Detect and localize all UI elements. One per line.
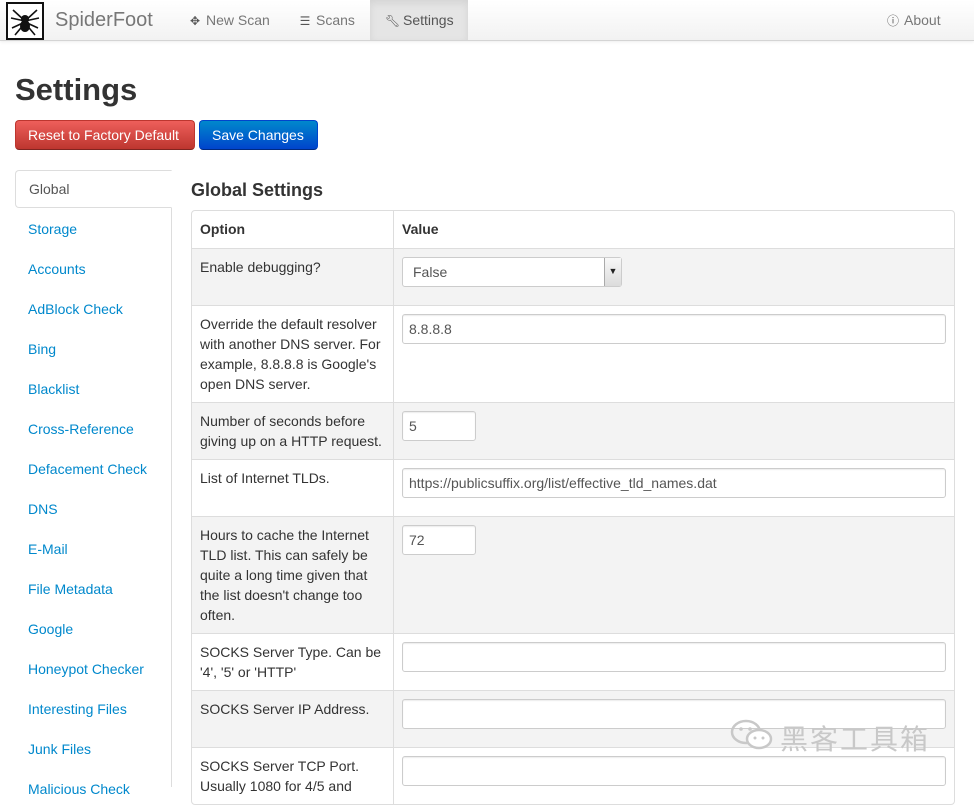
nav-new-scan-label: New Scan — [206, 12, 270, 28]
option-label: List of Internet TLDs. — [192, 459, 393, 516]
option-label: Enable debugging? — [192, 248, 393, 305]
wechat-icon — [730, 718, 774, 765]
list-icon: ☰ — [299, 14, 311, 28]
sidebar-item-global[interactable]: Global — [15, 170, 172, 208]
top-navbar: SpiderFoot ✥ New Scan ☰ Scans 🔧︎ Settings ⓘ… — [0, 0, 974, 41]
sidebar-item-blacklist[interactable]: Blacklist — [15, 370, 171, 410]
caret-down-icon: ▼ — [604, 258, 621, 286]
value-column-header: Value — [393, 211, 954, 248]
nav-scans[interactable]: ☰ Scans — [283, 0, 370, 40]
table-row: Enable debugging? False ▼ — [192, 248, 954, 305]
nav-about[interactable]: ⓘ About — [871, 0, 956, 40]
sidebar-item-bing[interactable]: Bing — [15, 330, 171, 370]
section-title: Global Settings — [191, 180, 324, 200]
nav-about-label: About — [904, 12, 941, 28]
sidebar-item-storage[interactable]: Storage — [15, 210, 171, 250]
tld-cache-hours-input[interactable]: 72 — [402, 525, 476, 555]
value-cell: 72 — [393, 516, 954, 633]
value-cell: False ▼ — [393, 248, 954, 305]
option-label: SOCKS Server IP Address. — [192, 690, 393, 747]
wrench-icon: 🔧︎ — [385, 14, 401, 28]
crosshair-icon: ✥ — [189, 14, 201, 28]
module-sidebar: Global Storage Accounts AdBlock Check Bi… — [15, 170, 172, 797]
sidebar-item-email[interactable]: E-Mail — [15, 530, 171, 570]
nav-new-scan[interactable]: ✥ New Scan — [173, 0, 285, 40]
value-cell — [393, 633, 954, 690]
sidebar-item-google[interactable]: Google — [15, 610, 171, 650]
value-cell: 5 — [393, 402, 954, 459]
option-label: Number of seconds before giving up on a … — [192, 402, 393, 459]
page-title: Settings — [15, 72, 138, 107]
settings-table: Option Value Enable debugging? False ▼ O… — [191, 210, 955, 805]
sidebar-item-interesting-files[interactable]: Interesting Files — [15, 690, 171, 730]
info-icon: ⓘ — [886, 14, 899, 28]
table-row: Override the default resolver with anoth… — [192, 305, 954, 402]
sidebar-item-defacement-check[interactable]: Defacement Check — [15, 450, 171, 490]
sidebar-item-malicious-check[interactable]: Malicious Check — [15, 770, 171, 810]
nav-scans-label: Scans — [316, 12, 355, 28]
socks-type-input[interactable] — [402, 642, 946, 672]
sidebar-item-accounts[interactable]: Accounts — [15, 250, 171, 290]
http-timeout-input[interactable]: 5 — [402, 411, 476, 441]
value-cell: https://publicsuffix.org/list/effective_… — [393, 459, 954, 516]
sidebar-item-file-metadata[interactable]: File Metadata — [15, 570, 171, 610]
table-header-row: Option Value — [192, 211, 954, 248]
sidebar-item-junk-files[interactable]: Junk Files — [15, 730, 171, 770]
option-label: SOCKS Server TCP Port. Usually 1080 for … — [192, 747, 393, 804]
spider-logo-icon[interactable] — [6, 2, 44, 40]
tld-list-input[interactable]: https://publicsuffix.org/list/effective_… — [402, 468, 946, 498]
option-label: Override the default resolver with anoth… — [192, 305, 393, 402]
table-row: Number of seconds before giving up on a … — [192, 402, 954, 459]
dns-resolver-input[interactable]: 8.8.8.8 — [402, 314, 946, 344]
table-row: Hours to cache the Internet TLD list. Th… — [192, 516, 954, 633]
nav-settings-label: Settings — [403, 12, 454, 28]
reset-factory-default-button[interactable]: Reset to Factory Default — [15, 120, 195, 150]
option-column-header: Option — [200, 221, 246, 237]
table-row: SOCKS Server Type. Can be '4', '5' or 'H… — [192, 633, 954, 690]
brand-name[interactable]: SpiderFoot — [55, 9, 153, 32]
sidebar-item-dns[interactable]: DNS — [15, 490, 171, 530]
sidebar-item-adblock-check[interactable]: AdBlock Check — [15, 290, 171, 330]
watermark-text: 黑客工具箱 — [780, 724, 931, 755]
debug-select-value: False — [413, 264, 448, 280]
option-label: SOCKS Server Type. Can be '4', '5' or 'H… — [192, 633, 393, 690]
option-label: Hours to cache the Internet TLD list. Th… — [192, 516, 393, 633]
watermark: 黑客工具箱 — [730, 718, 930, 762]
debug-select[interactable]: False ▼ — [402, 257, 622, 287]
table-row: List of Internet TLDs. https://publicsuf… — [192, 459, 954, 516]
sidebar-item-cross-reference[interactable]: Cross-Reference — [15, 410, 171, 450]
save-changes-button[interactable]: Save Changes — [199, 120, 318, 150]
nav-settings[interactable]: 🔧︎ Settings — [370, 0, 468, 40]
value-cell: 8.8.8.8 — [393, 305, 954, 402]
sidebar-item-honeypot-checker[interactable]: Honeypot Checker — [15, 650, 171, 690]
